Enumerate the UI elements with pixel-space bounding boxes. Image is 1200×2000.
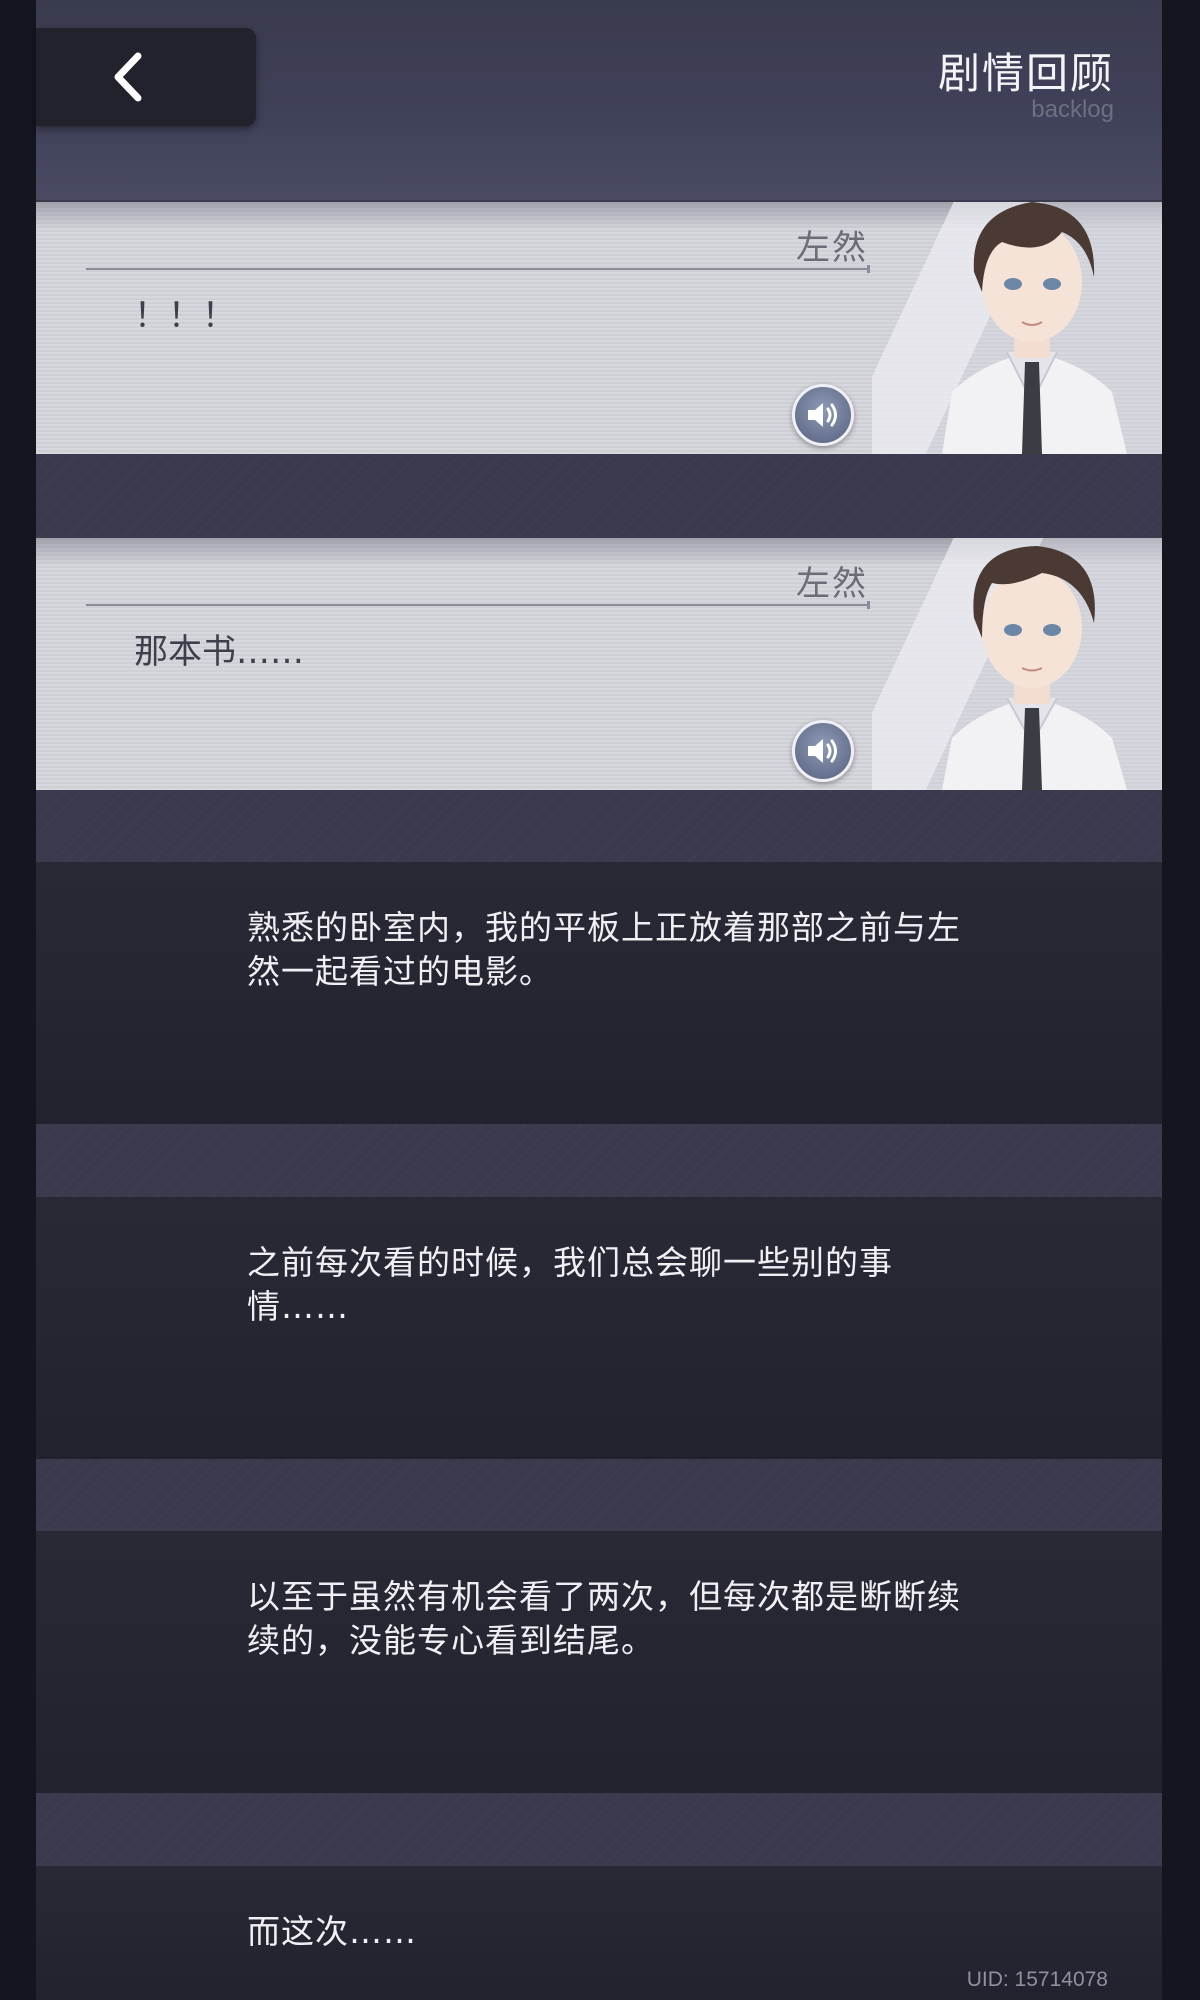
dialogue-card: 左然 ！！！ (36, 202, 1162, 454)
narration-card: 以至于虽然有机会看了两次，但每次都是断断续续的，没能专心看到结尾。 (36, 1531, 1162, 1793)
narration-text: 之前每次看的时候，我们总会聊一些别的事情…… (247, 1243, 893, 1326)
dialogue-text: ！！！ (134, 296, 236, 336)
speaker-icon (808, 403, 837, 427)
speaker-icon (808, 739, 837, 763)
narration-card: 之前每次看的时候，我们总会聊一些别的事情…… (36, 1197, 1162, 1459)
character-portrait (872, 538, 1162, 790)
narration-text: 熟悉的卧室内，我的平板上正放着那部之前与左然一起看过的电影。 (247, 908, 961, 991)
right-gutter (1162, 0, 1200, 2000)
page-subtitle: backlog (1031, 96, 1114, 123)
backlog-screen: 剧情回顾 backlog 左然 ！！！ 左然 那本书…… 熟悉的卧室内，我的平板… (0, 0, 1200, 2000)
dialogue-card: 左然 那本书…… (36, 538, 1162, 790)
speaker-name: 左然 (796, 228, 868, 268)
user-id-label: UID: 15714078 (966, 1968, 1108, 1991)
narration-text: 而这次…… (247, 1912, 417, 1951)
character-portrait (872, 202, 1162, 454)
narration-text: 以至于虽然有机会看了两次，但每次都是断断续续的，没能专心看到结尾。 (247, 1577, 961, 1660)
narration-card: 熟悉的卧室内，我的平板上正放着那部之前与左然一起看过的电影。 (36, 862, 1162, 1124)
back-button[interactable] (36, 28, 256, 126)
portrait-image (942, 546, 1127, 790)
dialogue-text: 那本书…… (134, 632, 304, 672)
portrait-image (942, 202, 1127, 454)
page-title: 剧情回顾 (937, 49, 1114, 98)
voice-replay-button[interactable] (792, 720, 854, 782)
speaker-divider (86, 601, 870, 609)
left-gutter (0, 0, 36, 2000)
chevron-left-icon (114, 52, 142, 102)
voice-replay-button[interactable] (792, 384, 854, 446)
speaker-divider (86, 265, 870, 273)
speaker-name: 左然 (796, 564, 868, 604)
